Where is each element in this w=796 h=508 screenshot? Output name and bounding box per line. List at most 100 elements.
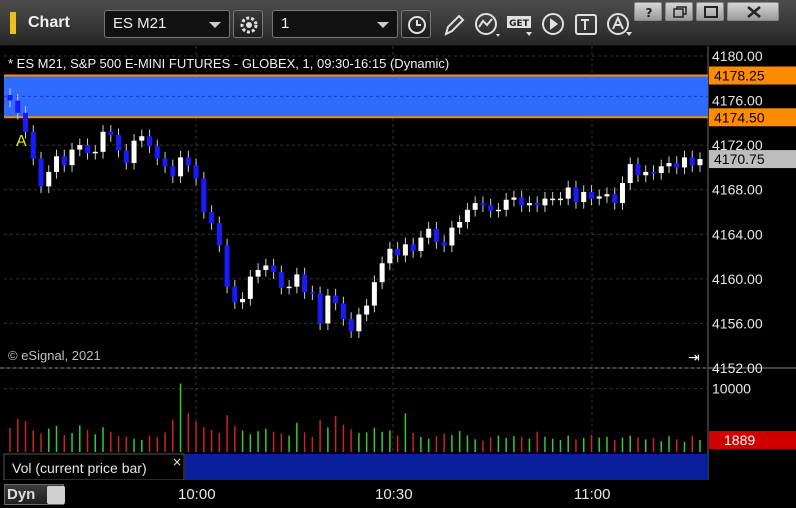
candle-body	[511, 197, 517, 200]
candle-body	[588, 191, 594, 199]
candle-body	[77, 145, 83, 150]
help-icon: ?	[646, 6, 653, 18]
alert-icon[interactable]	[606, 12, 634, 38]
dynamic-mode-button[interactable]: Dyn	[4, 484, 65, 505]
candle-body	[61, 156, 67, 166]
candle-body	[100, 131, 106, 152]
candle-body	[54, 156, 60, 172]
chevron-down-icon[interactable]	[377, 22, 389, 28]
candle-body	[395, 248, 401, 256]
candle-body	[92, 151, 98, 154]
candle-body	[201, 178, 207, 212]
candle-body	[209, 212, 215, 224]
svg-text:GET: GET	[509, 19, 530, 29]
candle-body	[247, 276, 253, 299]
symbol-input[interactable]: ES M21	[104, 10, 230, 38]
candle-body	[30, 131, 36, 159]
candle-body	[178, 157, 184, 177]
candle-body	[472, 203, 478, 210]
candle-body	[619, 183, 625, 204]
candle-body	[480, 203, 486, 206]
time-tick-label: 11:00	[574, 486, 611, 503]
candle-body	[418, 237, 424, 251]
candle-body	[193, 165, 199, 179]
candle-body	[604, 194, 610, 197]
candle-body	[681, 157, 687, 168]
minimize-icon	[704, 6, 718, 18]
close-icon	[747, 6, 761, 18]
candle-body	[565, 187, 571, 199]
help-button[interactable]: ?	[634, 2, 662, 21]
app-title: Chart	[28, 14, 70, 31]
price-label: 4178.25	[714, 68, 765, 84]
candle-body	[123, 150, 129, 163]
candle-body	[263, 265, 269, 270]
candle-body	[371, 282, 377, 306]
app-logo-icon	[10, 12, 16, 34]
study-icon[interactable]	[474, 12, 502, 38]
interval-input[interactable]: 1	[272, 10, 398, 38]
candle-body	[464, 209, 470, 223]
candle-body	[154, 146, 160, 159]
candle-body	[38, 158, 44, 187]
candle-body	[232, 286, 238, 303]
candle-body	[286, 286, 292, 289]
candle-body	[441, 242, 447, 246]
candle-body	[449, 227, 455, 246]
candle-body	[131, 140, 137, 163]
close-button[interactable]	[727, 2, 779, 21]
lock-icon[interactable]	[47, 486, 65, 504]
candle-body	[596, 196, 602, 199]
candle-body	[139, 136, 145, 141]
candle-body	[689, 157, 695, 166]
candle-body	[340, 303, 346, 319]
restore-button[interactable]	[665, 2, 693, 21]
restore-icon	[673, 6, 687, 18]
chart-header: * ES M21, S&P 500 E-MINI FUTURES - GLOBE…	[8, 56, 449, 71]
candle-body	[15, 100, 21, 113]
candle-body	[348, 318, 354, 332]
price-zone	[4, 75, 708, 118]
candle-body	[503, 199, 509, 210]
chevron-down-icon[interactable]	[209, 22, 221, 28]
candle-body	[627, 164, 633, 184]
candle-body	[550, 198, 556, 201]
candle-body	[557, 198, 563, 201]
play-icon[interactable]	[541, 12, 569, 38]
scroll-end-icon: ⇥	[688, 350, 700, 366]
candle-body	[240, 298, 246, 303]
price-label: 4170.75	[714, 151, 765, 167]
get-icon[interactable]: GET	[506, 12, 534, 38]
volume-current-label: 1889	[724, 432, 755, 448]
candle-body	[147, 136, 153, 147]
candle-body	[581, 191, 587, 202]
toolbar: Chart ES M21 1 GET ?	[0, 0, 796, 46]
candle-body	[573, 187, 579, 202]
clock-icon	[408, 16, 426, 34]
candle-body	[519, 197, 525, 206]
candle-body	[643, 171, 649, 176]
time-template-button[interactable]	[401, 10, 431, 38]
text-tool-icon[interactable]	[574, 12, 602, 38]
price-tick-label: 4168.00	[712, 182, 763, 198]
candle-body	[495, 209, 501, 212]
candle-body	[658, 166, 664, 173]
price-chart[interactable]: 4180.004176.004172.004168.004164.004160.…	[0, 46, 796, 480]
candle-body	[534, 203, 540, 206]
price-tick-label: 4156.00	[712, 315, 763, 331]
candle-body	[7, 95, 13, 101]
candle-body	[278, 272, 284, 288]
candle-body	[116, 135, 122, 151]
minimize-button[interactable]	[696, 2, 724, 21]
candle-body	[46, 171, 52, 187]
dynamic-mode-label: Dyn	[7, 486, 36, 503]
symbol-value: ES M21	[113, 15, 167, 32]
candle-body	[635, 164, 641, 176]
time-tick-label: 10:00	[178, 486, 216, 503]
study-label: Vol (current price bar)	[12, 460, 147, 476]
candle-body	[224, 245, 230, 287]
candle-body	[542, 198, 548, 206]
candle-body	[294, 274, 300, 287]
settings-gear-button[interactable]	[233, 10, 263, 38]
pencil-icon[interactable]	[440, 12, 468, 38]
